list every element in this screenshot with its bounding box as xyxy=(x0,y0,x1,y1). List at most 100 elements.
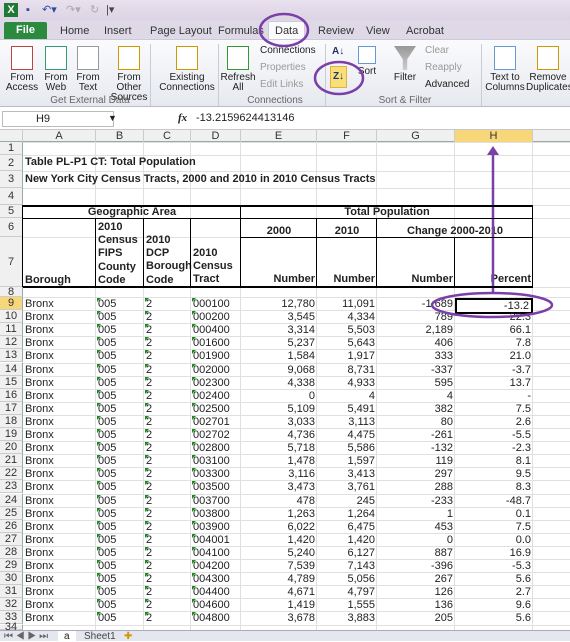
county-code-cell[interactable]: 005 xyxy=(96,324,144,336)
insert-function-icon[interactable]: fx xyxy=(178,112,187,124)
pop-2010-cell[interactable]: 4,475 xyxy=(317,429,377,441)
pop-2000-cell[interactable]: 9,068 xyxy=(241,364,317,376)
tract-cell[interactable]: 004800 xyxy=(191,612,241,624)
row-header[interactable]: 2 xyxy=(0,155,23,171)
tract-cell[interactable]: 003500 xyxy=(191,481,241,493)
tab-file[interactable]: File xyxy=(4,22,47,39)
pop-2000-cell[interactable]: 4,338 xyxy=(241,377,317,389)
borough-cell[interactable]: Bronx xyxy=(23,390,96,402)
borough-code-cell[interactable]: 2 xyxy=(144,586,191,598)
borough-code-cell[interactable]: 2 xyxy=(144,573,191,585)
change-percent-cell[interactable]: 66.1 xyxy=(455,324,533,336)
row-header[interactable]: 19 xyxy=(0,428,23,441)
change-number-cell[interactable]: 136 xyxy=(377,599,455,611)
county-code-cell[interactable]: 005 xyxy=(96,468,144,480)
borough-cell[interactable]: Bronx xyxy=(23,324,96,336)
borough-code-cell[interactable]: 2 xyxy=(144,468,191,480)
borough-code-cell[interactable]: 2 xyxy=(144,390,191,402)
change-percent-cell[interactable]: 7.5 xyxy=(455,403,533,415)
pop-2010-cell[interactable]: 5,643 xyxy=(317,337,377,349)
county-code-cell[interactable]: 005 xyxy=(96,455,144,467)
county-code-cell[interactable]: 005 xyxy=(96,311,144,323)
properties-button[interactable]: Properties xyxy=(260,62,306,74)
borough-cell[interactable]: Bronx xyxy=(23,560,96,572)
column-header-e[interactable]: E xyxy=(241,130,317,142)
pop-2000-cell[interactable]: 5,240 xyxy=(241,547,317,559)
tract-cell[interactable]: 001900 xyxy=(191,350,241,362)
county-code-cell[interactable]: 005 xyxy=(96,403,144,415)
change-number-cell[interactable]: 887 xyxy=(377,547,455,559)
row-header[interactable]: 6 xyxy=(0,218,23,237)
row-header[interactable]: 7 xyxy=(0,237,23,287)
save-icon[interactable]: ▪ xyxy=(26,3,30,17)
county-code-cell[interactable]: 005 xyxy=(96,416,144,428)
row-header[interactable]: 11 xyxy=(0,323,23,337)
change-percent-cell[interactable]: -5.3 xyxy=(455,560,533,572)
column-header-b[interactable]: B xyxy=(96,130,144,142)
county-code-cell[interactable]: 005 xyxy=(96,481,144,493)
borough-code-cell[interactable]: 2 xyxy=(144,455,191,467)
pop-2010-cell[interactable]: 3,413 xyxy=(317,468,377,480)
sheet-tab-sheet1[interactable]: Sheet1 xyxy=(78,631,122,642)
tract-cell[interactable]: 004200 xyxy=(191,560,241,572)
county-code-cell[interactable]: 005 xyxy=(96,586,144,598)
tab-page-layout[interactable]: Page Layout xyxy=(150,23,212,39)
borough-cell[interactable]: Bronx xyxy=(23,599,96,611)
pop-2000-cell[interactable]: 3,473 xyxy=(241,481,317,493)
pop-2000-cell[interactable]: 4,789 xyxy=(241,573,317,585)
row-header[interactable]: 27 xyxy=(0,532,23,546)
pop-2010-cell[interactable]: 3,883 xyxy=(317,612,377,624)
borough-code-cell[interactable]: 2 xyxy=(144,442,191,454)
row-header[interactable]: 3 xyxy=(0,171,23,188)
borough-cell[interactable]: Bronx xyxy=(23,468,96,480)
change-number-cell[interactable]: 1 xyxy=(377,508,455,520)
change-number-cell[interactable]: 80 xyxy=(377,416,455,428)
borough-cell[interactable]: Bronx xyxy=(23,612,96,624)
change-number-cell[interactable]: 453 xyxy=(377,521,455,533)
tab-insert[interactable]: Insert xyxy=(104,23,132,39)
pop-2000-cell[interactable]: 5,109 xyxy=(241,403,317,415)
tract-cell[interactable]: 003900 xyxy=(191,521,241,533)
pop-2010-cell[interactable]: 4,933 xyxy=(317,377,377,389)
sort-a-z-icon[interactable]: A↓ xyxy=(332,46,344,58)
pop-2010-cell[interactable]: 1,555 xyxy=(317,599,377,611)
borough-code-cell[interactable]: 2 xyxy=(144,377,191,389)
pop-2010-cell[interactable]: 5,586 xyxy=(317,442,377,454)
county-code-cell[interactable]: 005 xyxy=(96,599,144,611)
borough-cell[interactable]: Bronx xyxy=(23,481,96,493)
county-code-cell[interactable]: 005 xyxy=(96,573,144,585)
row-header[interactable]: 21 xyxy=(0,454,23,468)
refresh-all-button[interactable]: Refresh All xyxy=(220,46,256,93)
change-number-cell[interactable]: -337 xyxy=(377,364,455,376)
county-code-cell[interactable]: 005 xyxy=(96,560,144,572)
county-code-cell[interactable]: 005 xyxy=(96,390,144,402)
change-number-cell[interactable]: 406 xyxy=(377,337,455,349)
tract-cell[interactable]: 002500 xyxy=(191,403,241,415)
pop-2010-cell[interactable]: 245 xyxy=(317,495,377,507)
change-percent-cell[interactable]: 13.7 xyxy=(455,377,533,389)
change-percent-cell[interactable]: - xyxy=(455,390,533,402)
change-percent-cell[interactable]: 9.5 xyxy=(455,468,533,480)
change-percent-cell[interactable]: -48.7 xyxy=(455,495,533,507)
row-header[interactable]: 24 xyxy=(0,493,23,507)
county-code-cell[interactable]: 005 xyxy=(96,547,144,559)
borough-code-cell[interactable]: 2 xyxy=(144,324,191,336)
borough-cell[interactable]: Bronx xyxy=(23,534,96,546)
tract-cell[interactable]: 004001 xyxy=(191,534,241,546)
change-percent-cell[interactable]: 7.8 xyxy=(455,337,533,349)
row-header[interactable]: 17 xyxy=(0,401,23,415)
pop-2000-cell[interactable]: 3,116 xyxy=(241,468,317,480)
borough-code-cell[interactable]: 2 xyxy=(144,416,191,428)
borough-code-cell[interactable]: 2 xyxy=(144,521,191,533)
row-header[interactable]: 8 xyxy=(0,287,23,298)
borough-code-cell[interactable]: 2 xyxy=(144,350,191,362)
pop-2000-cell[interactable]: 4,736 xyxy=(241,429,317,441)
from-text-button[interactable]: From Text xyxy=(72,46,104,93)
row-header[interactable]: 26 xyxy=(0,519,23,533)
undo-icon[interactable]: ↶▾ xyxy=(42,3,57,17)
row-header[interactable]: 30 xyxy=(0,572,23,586)
column-header-c[interactable]: C xyxy=(144,130,191,142)
county-code-cell[interactable]: 005 xyxy=(96,337,144,349)
row-header[interactable]: 25 xyxy=(0,506,23,520)
row-header[interactable]: 13 xyxy=(0,349,23,363)
